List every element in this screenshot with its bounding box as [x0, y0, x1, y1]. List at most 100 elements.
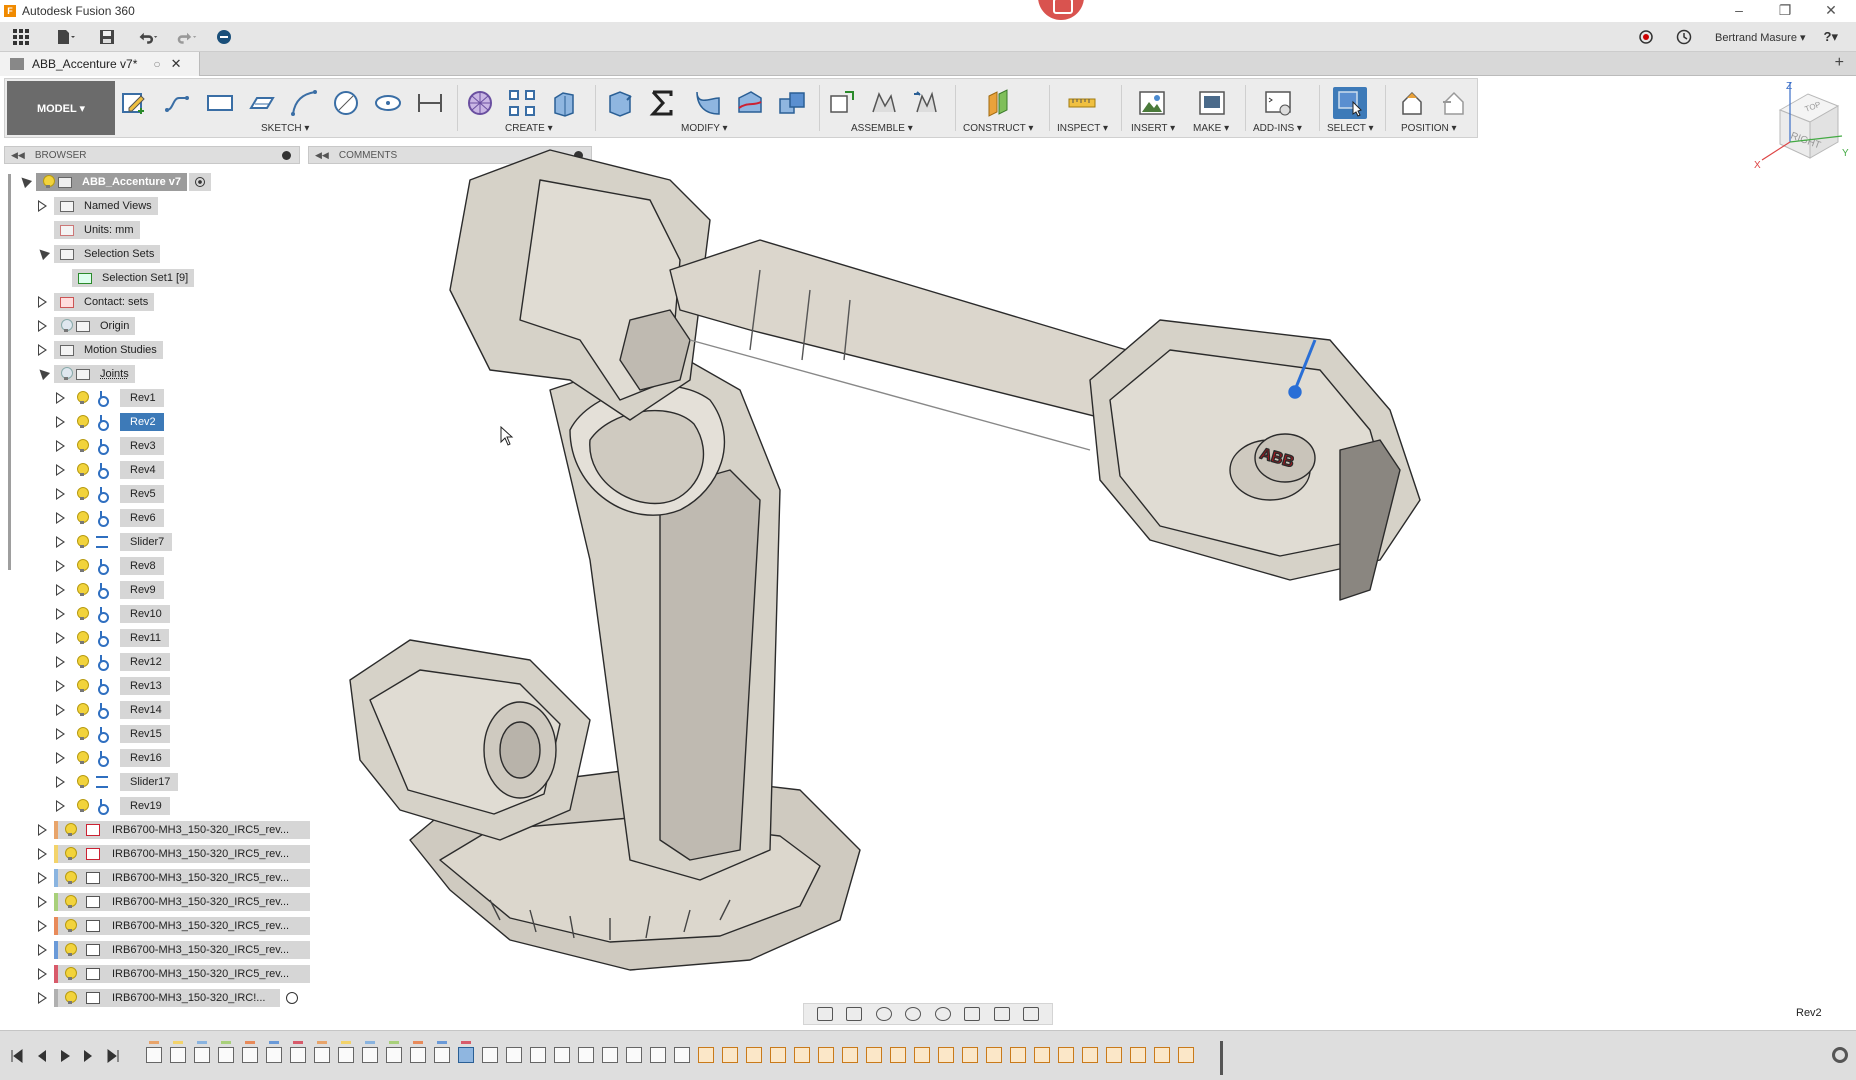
collapsed-triangle-icon[interactable]	[38, 896, 47, 908]
collapsed-triangle-icon[interactable]	[56, 680, 65, 692]
display-settings-icon[interactable]	[964, 1007, 981, 1021]
collapsed-triangle-icon[interactable]	[56, 392, 65, 404]
data-panel-grid-icon[interactable]	[10, 26, 32, 48]
offset-plane-icon[interactable]	[981, 87, 1015, 119]
expanded-triangle-icon[interactable]	[35, 245, 51, 261]
activate-radio-icon[interactable]	[189, 173, 212, 191]
timeline-feature-icon[interactable]	[1106, 1047, 1122, 1063]
sketch-group-label[interactable]: SKETCH ▾	[261, 123, 309, 134]
timeline-feature-icon[interactable]	[506, 1047, 522, 1063]
root-component-node[interactable]: ABB_Accenture v7	[36, 173, 188, 191]
derive-pattern-icon[interactable]	[505, 87, 539, 119]
timeline-feature-icon[interactable]	[170, 1047, 186, 1063]
visibility-bulb-icon[interactable]	[76, 655, 89, 669]
tree-row-motion-studies[interactable]: Motion Studies	[38, 341, 163, 359]
tree-root-row[interactable]: ABB_Accenture v7	[17, 173, 212, 191]
timeline-feature-icon[interactable]	[794, 1047, 810, 1063]
close-tab-icon[interactable]: ✕	[171, 56, 182, 72]
browser-scrollbar[interactable]	[8, 174, 11, 570]
tree-row-joint[interactable]: Rev6	[56, 509, 164, 527]
undo-icon[interactable]	[137, 26, 159, 48]
timeline-feature-icon[interactable]	[650, 1047, 666, 1063]
ellipse-point-icon[interactable]	[371, 87, 405, 119]
collapsed-triangle-icon[interactable]	[38, 296, 47, 308]
create-sketch-icon[interactable]	[117, 87, 151, 119]
timeline-marker-handle[interactable]	[1220, 1041, 1223, 1075]
timeline-feature-icon[interactable]	[1058, 1047, 1074, 1063]
tree-row-component[interactable]: IRB6700-MH3_150-320_IRC5_rev...	[38, 821, 310, 839]
units-node[interactable]: Units: mm	[54, 221, 140, 239]
timeline-feature-icon[interactable]	[626, 1047, 642, 1063]
browser-panel-header[interactable]: ◀◀ BROWSER	[4, 146, 300, 164]
grid-settings-icon[interactable]	[993, 1007, 1010, 1021]
timeline-feature-icon[interactable]	[818, 1047, 834, 1063]
component-node[interactable]: IRB6700-MH3_150-320_IRC5_rev...	[54, 869, 310, 887]
joint-node[interactable]: Slider17	[120, 773, 179, 791]
record-button[interactable]	[1038, 0, 1084, 20]
zoom-icon[interactable]	[905, 1007, 922, 1021]
orbit-icon[interactable]	[816, 1007, 833, 1021]
visibility-bulb-icon[interactable]	[64, 895, 77, 909]
arc-tool-icon[interactable]	[287, 87, 321, 119]
tree-row-joint[interactable]: Rev16	[56, 749, 170, 767]
tree-row-joint[interactable]: Slider17	[56, 773, 179, 791]
visibility-bulb-icon[interactable]	[76, 775, 89, 789]
tree-row-component[interactable]: IRB6700-MH3_150-320_IRC!...	[38, 989, 298, 1007]
tree-row-origin[interactable]: Origin	[38, 317, 136, 335]
named-views-node[interactable]: Named Views	[54, 197, 158, 215]
timeline-feature-icon[interactable]	[962, 1047, 978, 1063]
joint-node[interactable]: Rev2	[120, 413, 164, 431]
joint-node[interactable]: Slider7	[120, 533, 173, 551]
timeline-feature-icon[interactable]	[914, 1047, 930, 1063]
visibility-bulb-icon[interactable]	[64, 919, 77, 933]
joint-icon[interactable]	[867, 87, 901, 119]
timeline-feature-icon[interactable]	[338, 1047, 354, 1063]
tree-row-contact-sets[interactable]: Contact: sets	[38, 293, 155, 311]
tree-row-units[interactable]: Units: mm	[54, 221, 140, 239]
file-menu-icon[interactable]	[55, 26, 77, 48]
tree-row-joint[interactable]: Rev5	[56, 485, 164, 503]
timeline-feature-icon[interactable]	[674, 1047, 690, 1063]
visibility-bulb-icon[interactable]	[76, 607, 89, 621]
collapsed-triangle-icon[interactable]	[56, 656, 65, 668]
joint-origin-marker[interactable]	[1288, 385, 1302, 399]
joint-node[interactable]: Rev13	[120, 677, 170, 695]
timeline-feature-icon[interactable]	[314, 1047, 330, 1063]
collapsed-triangle-icon[interactable]	[56, 728, 65, 740]
tree-row-joint[interactable]: Rev4	[56, 461, 164, 479]
timeline-feature-icon[interactable]	[1130, 1047, 1146, 1063]
user-account-menu[interactable]: Bertrand Masure ▾	[1715, 31, 1806, 44]
go-to-start-icon[interactable]	[10, 1049, 24, 1063]
timeline-feature-icon[interactable]	[866, 1047, 882, 1063]
tree-row-joint[interactable]: Rev8	[56, 557, 164, 575]
joint-node[interactable]: Rev4	[120, 461, 164, 479]
fillet-icon[interactable]	[691, 87, 725, 119]
press-pull-icon[interactable]	[603, 87, 637, 119]
timeline-feature-icon[interactable]	[290, 1047, 306, 1063]
collapsed-triangle-icon[interactable]	[56, 560, 65, 572]
collapsed-triangle-icon[interactable]	[56, 800, 65, 812]
visibility-bulb-icon[interactable]	[76, 487, 89, 501]
visibility-bulb-icon[interactable]	[76, 727, 89, 741]
component-node[interactable]: IRB6700-MH3_150-320_IRC5_rev...	[54, 893, 310, 911]
timeline-feature-icon[interactable]	[578, 1047, 594, 1063]
visibility-bulb-icon[interactable]	[76, 391, 89, 405]
save-icon[interactable]	[96, 26, 118, 48]
tree-row-component[interactable]: IRB6700-MH3_150-320_IRC5_rev...	[38, 917, 310, 935]
minimize-button[interactable]: –	[1716, 0, 1762, 22]
collapsed-triangle-icon[interactable]	[38, 344, 47, 356]
collapsed-triangle-icon[interactable]	[56, 632, 65, 644]
tree-row-component[interactable]: IRB6700-MH3_150-320_IRC5_rev...	[38, 965, 310, 983]
make-group-label[interactable]: MAKE ▾	[1193, 123, 1229, 134]
timeline-feature-icon[interactable]	[1082, 1047, 1098, 1063]
timeline-feature-icon[interactable]	[458, 1047, 474, 1063]
timeline-feature-icon[interactable]	[1034, 1047, 1050, 1063]
restore-button[interactable]: ❐	[1762, 0, 1808, 22]
collapsed-triangle-icon[interactable]	[38, 824, 47, 836]
visibility-bulb-icon[interactable]	[76, 439, 89, 453]
visibility-bulb-icon[interactable]	[60, 319, 73, 333]
origin-node[interactable]: Origin	[54, 317, 136, 335]
visibility-bulb-icon[interactable]	[64, 991, 77, 1005]
timeline-feature-icon[interactable]	[938, 1047, 954, 1063]
timeline-feature-icon[interactable]	[986, 1047, 1002, 1063]
